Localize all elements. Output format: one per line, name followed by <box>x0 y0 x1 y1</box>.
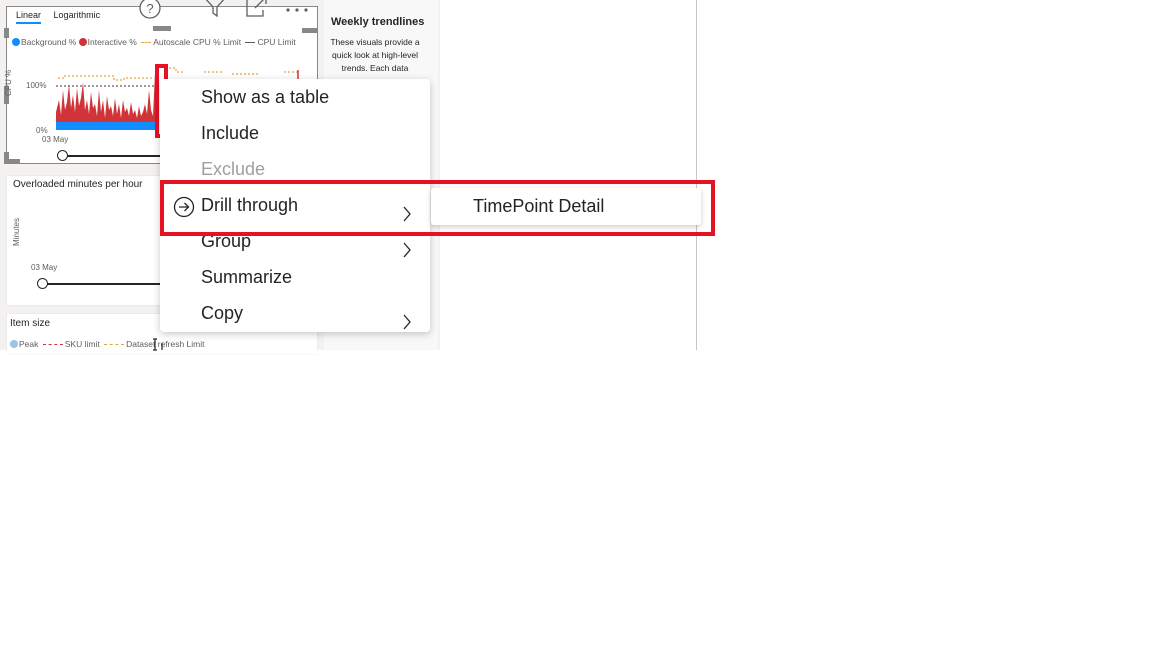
legend-dash-icon <box>141 42 152 43</box>
focus-mode-icon[interactable] <box>245 0 269 20</box>
resize-handle[interactable] <box>302 28 318 33</box>
resize-handle[interactable] <box>4 28 9 38</box>
date-range-slider-track[interactable] <box>62 155 162 157</box>
legend-dot-icon <box>78 38 87 46</box>
svg-text:?: ? <box>146 1 153 16</box>
date-range-slider-track[interactable] <box>42 283 162 285</box>
page-divider <box>696 0 697 350</box>
tab-logarithmic[interactable]: Logarithmic <box>54 10 101 22</box>
drill-through-highlight <box>160 180 715 236</box>
y-axis-title: Minutes <box>12 217 21 246</box>
chart-legend: Peak SKU limit Dataset refresh Limit <box>10 339 205 349</box>
mouse-cursor-icon <box>152 338 166 352</box>
legend-dash-icon <box>245 42 256 43</box>
legend-dash-icon <box>42 344 63 345</box>
menu-item-copy[interactable]: Copy <box>160 295 430 331</box>
legend-dot-icon <box>12 38 20 46</box>
more-options-icon[interactable] <box>285 2 311 12</box>
chevron-right-icon <box>402 306 412 342</box>
scale-tabs: Linear Logarithmic <box>16 10 110 24</box>
date-range-slider-handle[interactable] <box>37 278 48 289</box>
date-range-slider-handle[interactable] <box>57 150 68 161</box>
legend-dash-icon <box>104 344 125 345</box>
trendlines-description: These visuals provide a quick look at hi… <box>330 37 420 73</box>
legend-item-interactive[interactable]: Interactive % <box>78 37 137 47</box>
legend-dot-icon <box>10 340 18 348</box>
legend-item-cpu-limit[interactable]: CPU Limit <box>243 37 296 47</box>
y-axis-title: CPU % <box>4 69 13 96</box>
legend-item-background[interactable]: Background % <box>12 37 76 47</box>
legend-item-peak[interactable]: Peak <box>10 339 38 349</box>
filter-icon[interactable] <box>202 0 228 20</box>
y-tick-100: 100% <box>26 81 47 90</box>
resize-handle[interactable] <box>153 26 171 31</box>
visual-title: Overloaded minutes per hour <box>13 179 143 190</box>
trendlines-title: Weekly trendlines <box>331 16 425 28</box>
x-axis-date: 03 May <box>31 263 58 272</box>
x-axis-date: 03 May <box>42 135 69 144</box>
tab-linear[interactable]: Linear <box>16 10 42 24</box>
visual-title: Item size <box>10 318 51 329</box>
menu-item-summarize[interactable]: Summarize <box>160 259 430 295</box>
y-tick-0: 0% <box>36 126 48 135</box>
resize-handle[interactable] <box>4 159 20 164</box>
legend-item-autoscale[interactable]: Autoscale CPU % Limit <box>139 37 241 47</box>
menu-item-include[interactable]: Include <box>160 115 430 151</box>
help-icon[interactable]: ? <box>138 0 162 20</box>
menu-item-show-as-table[interactable]: Show as a table <box>160 79 430 115</box>
legend-item-sku-limit[interactable]: SKU limit <box>41 339 100 349</box>
chart-legend: Background % Interactive % Autoscale CPU… <box>12 37 296 47</box>
